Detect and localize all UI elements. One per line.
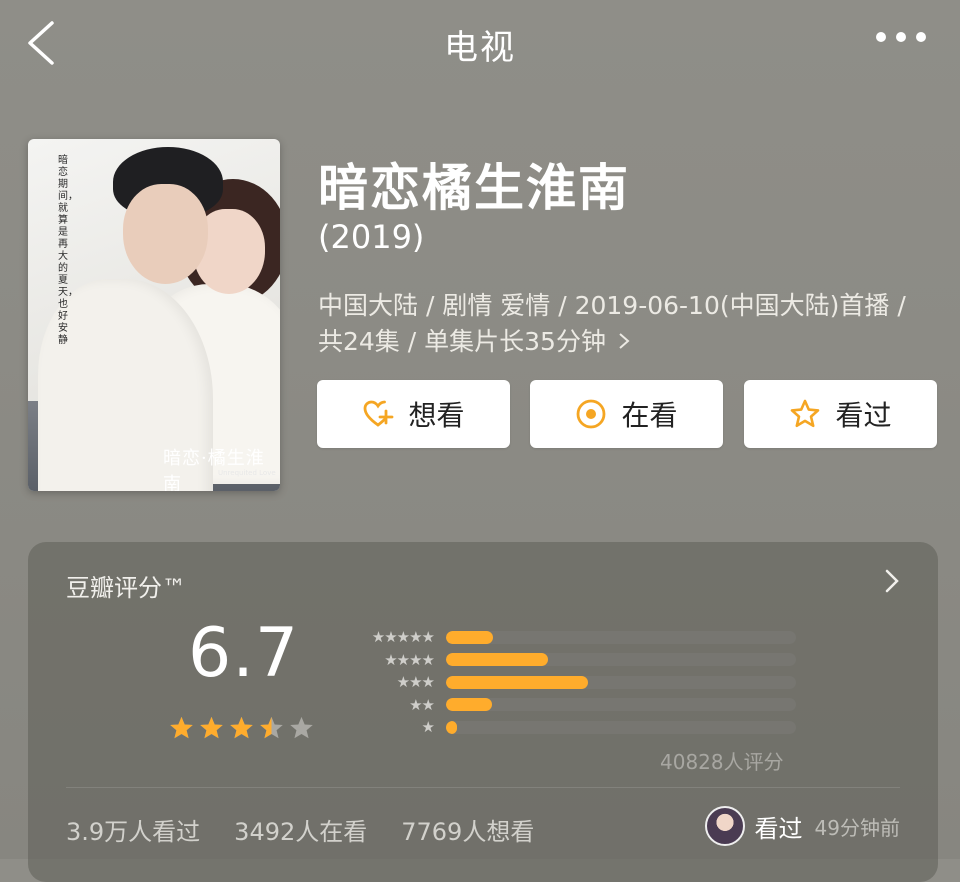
chevron-right-icon[interactable] [884,568,900,594]
distribution-star-label: ★★★ [396,673,435,692]
recent-activity[interactable]: 看过 49分钟前 [704,806,900,846]
distribution-star-label: ★★★★ [384,650,435,669]
rating-distribution-row: ★★★ [346,671,796,694]
distribution-bar-fill [446,675,588,689]
rating-distribution: ★★★★★ ★★★★ ★★★ ★★ ★ [346,626,796,739]
distribution-bar-fill [446,698,492,712]
rating-count: 40828人评分 [660,750,784,774]
rating-distribution-row: ★ [346,716,796,739]
distribution-bar-fill [446,653,548,667]
chevron-right-icon [619,333,630,349]
watched-button[interactable]: 看过 [744,380,937,448]
distribution-star-label: ★ [421,718,435,737]
rating-star-icon [170,716,193,739]
target-icon [577,399,606,429]
distribution-bar-track [446,653,796,667]
poster-figure [123,184,208,284]
rating-star-icon [290,716,313,739]
page-title: 电视 [444,28,516,68]
top-bar: 电视 [0,0,960,86]
avatar[interactable] [704,806,745,846]
distribution-star-label: ★★ [409,695,435,714]
rating-source-label: 豆瓣评分™ [66,574,186,602]
poster-image[interactable]: 暗恋期间，就算是再大的夏天，也好安静 暗恋·橘生淮南 Unrequited Lo… [28,139,280,491]
star-icon [791,399,820,428]
want-to-watch-button[interactable]: 想看 [317,380,510,448]
want-label: 想看 [408,399,465,432]
recent-time: 49分钟前 [814,815,900,840]
drama-meta[interactable]: 中国大陆 / 剧情 爱情 / 2019-06-10(中国大陆)首播 / 共24集… [318,288,928,360]
rating-star-icon [200,716,223,739]
more-icon[interactable] [876,32,926,42]
watching-label: 在看 [621,399,678,432]
distribution-bar-fill [446,630,494,644]
rating-stars [168,714,315,741]
audience-stats: 3.9万人看过 3492人在看 7769人想看 [66,812,534,847]
distribution-bar-track [446,720,796,734]
drama-title: 暗恋橘生淮南 [318,159,630,217]
drama-meta-text: 中国大陆 / 剧情 爱情 / 2019-06-10(中国大陆)首播 / 共24集… [318,291,906,356]
rating-star-icon [230,716,253,739]
distribution-bar-track [446,675,796,689]
want-count: 7769人想看 [401,818,535,846]
watched-label: 看过 [835,399,892,432]
rating-distribution-row: ★★ [346,694,796,717]
divider [66,787,900,788]
distribution-bar-fill [446,720,457,734]
watched-count: 3.9万人看过 [66,818,201,846]
poster-logo: 暗恋·橘生淮南 [163,448,265,491]
drama-year: (2019) [318,218,425,256]
distribution-star-label: ★★★★★ [371,628,435,647]
rating-star-icon [260,716,283,739]
poster-logo-subtitle: Unrequited Love [218,469,276,477]
watching-button[interactable]: 在看 [530,380,723,448]
rating-card[interactable]: 豆瓣评分™ 6.7 ★★★★★ ★★★★ ★★★ ★★ ★ 40828人评分 3.9万人… [28,542,938,882]
poster-tagline: 暗恋期间，就算是再大的夏天，也好安静 [58,155,78,346]
watching-count: 3492人在看 [234,818,368,846]
rating-score: 6.7 [188,614,300,693]
rating-distribution-row: ★★★★ [346,649,796,672]
distribution-bar-track [446,698,796,712]
recent-action: 看过 [754,814,803,843]
rating-distribution-row: ★★★★★ [346,626,796,649]
heart-plus-icon [364,400,394,427]
distribution-bar-track [446,630,796,644]
